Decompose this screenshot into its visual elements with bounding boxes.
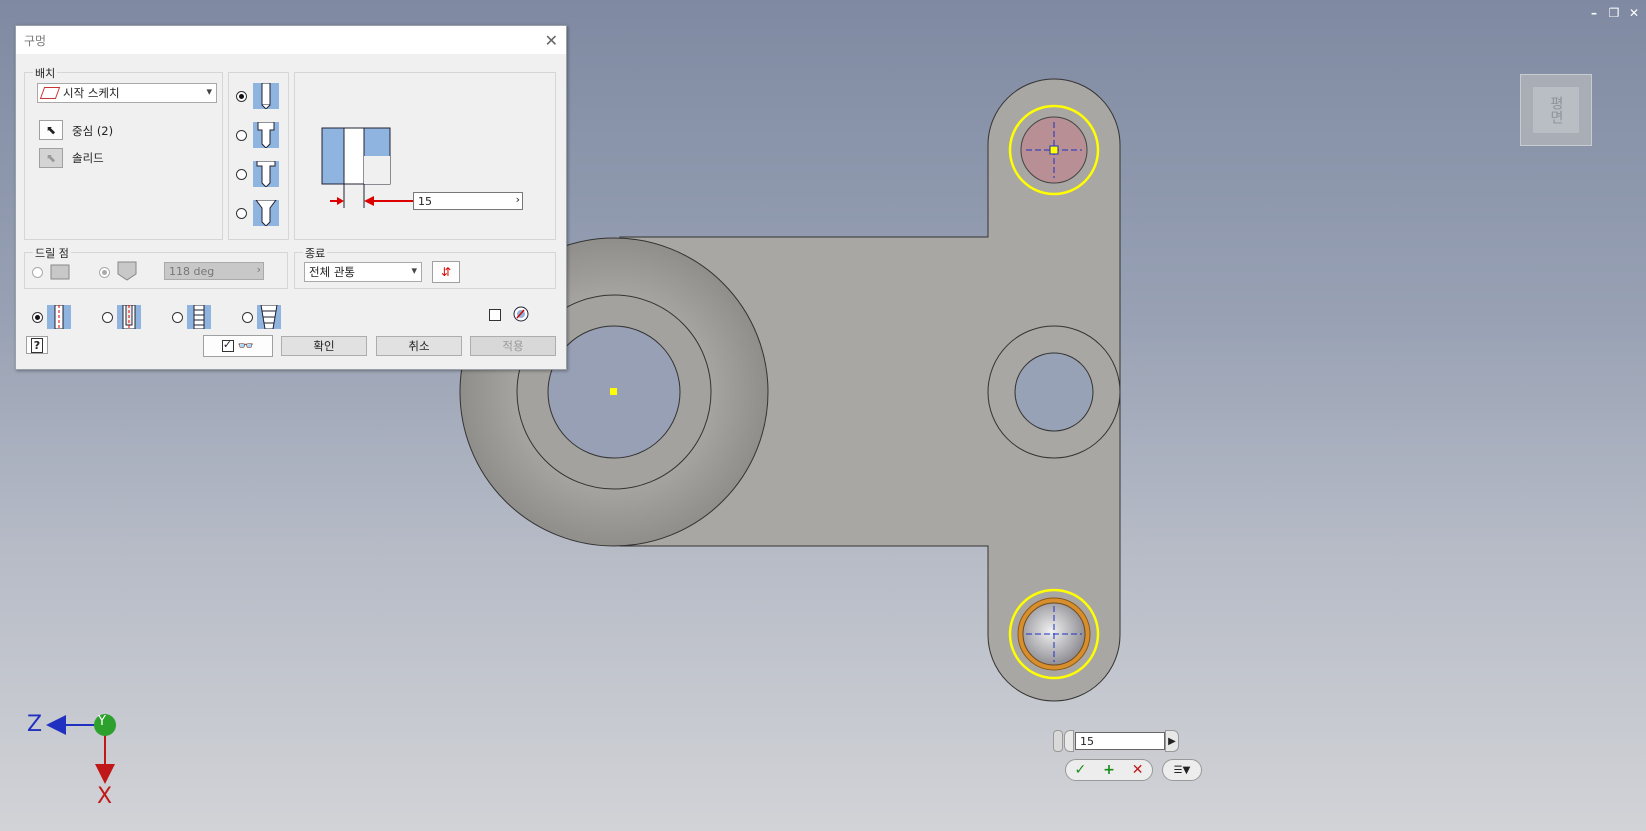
sketch-point [610,388,617,395]
drill-point-label: 드릴 점 [33,245,71,261]
y-axis-label: Y [98,714,106,729]
apply-button[interactable]: 적용 [470,336,556,356]
mini-cancel-icon[interactable]: ✕ [1132,762,1144,778]
cancel-button[interactable]: 취소 [376,336,462,356]
mini-add-icon[interactable]: + [1103,762,1115,778]
centers-label: 중심 (2) [72,124,114,138]
hole-type-simple-radio[interactable] [236,91,247,102]
hole-taper-tapped-type-radio[interactable] [242,312,253,323]
restore-icon[interactable]: ❐ [1608,6,1620,20]
close-icon[interactable]: ✕ [545,31,558,50]
chevron-down-icon: ▾ [206,85,212,98]
diameter-input[interactable]: 15 › [413,192,523,210]
chevron-right-icon: › [256,263,261,276]
hole-simple-type-radio[interactable] [32,312,43,323]
taper-tapped-hole-icon [257,305,281,329]
termination-selected: 전체 관통 [309,265,355,279]
dimension-arrow-icon [364,196,414,206]
solid-select-button[interactable]: ⬉ [39,148,63,168]
termination-select[interactable]: 전체 관통 ▾ [304,262,422,282]
hole-dialog: 구멍 ✕ 배치 시작 스케치 ▾ ⬉ 중심 (2) ⬉ 솔리드 15 › 드릴 … [15,25,567,370]
top-hole-center-point [1049,145,1059,155]
preview-toggle[interactable]: 👓 [203,335,273,357]
centers-select-button[interactable]: ⬉ [39,120,63,140]
ok-button[interactable]: 확인 [281,336,367,356]
close-window-icon[interactable]: ✕ [1628,6,1640,20]
hole-type-counterbore-radio[interactable] [236,130,247,141]
preview-checkbox[interactable] [221,338,234,352]
hole-type-countersink-radio[interactable] [236,208,247,219]
drill-angle-value: 118 deg [169,264,215,278]
simple-drill-icon [47,305,71,329]
help-button[interactable]: ? [26,336,48,354]
hole-tapped-type-radio[interactable] [172,312,183,323]
angle-drill-point-icon [117,261,137,281]
mini-toolbar-left-cap [1064,730,1074,752]
cursor-icon: ⬉ [45,123,57,137]
placement-selected: 시작 스케치 [63,86,120,100]
tapped-hole-icon [187,305,211,329]
chevron-right-icon[interactable]: › [516,193,520,206]
spotface-hole-icon [253,161,279,187]
middle-hole [1014,352,1094,432]
minimize-icon[interactable]: – [1588,6,1600,20]
drill-point-angle-radio[interactable] [99,267,110,278]
flip-direction-button[interactable]: ⇵ [432,261,460,283]
simple-hole-icon [253,83,279,109]
window-controls: – ❐ ✕ [1588,6,1640,20]
help-icon: ? [30,337,44,353]
drill-angle-input[interactable]: 118 deg › [164,262,264,280]
hole-clearance-type-radio[interactable] [102,312,113,323]
mini-ok-icon[interactable]: ✓ [1074,762,1086,778]
drill-point-flat-radio[interactable] [32,267,43,278]
clearance-hole-icon [117,305,141,329]
countersink-hole-icon [253,200,279,226]
chevron-down-icon: ▾ [411,264,417,277]
hole-type-spotface-radio[interactable] [236,169,247,180]
dialog-title: 구멍 [24,33,47,48]
x-axis-label: X [97,784,113,809]
cursor-icon: ⬉ [45,151,57,165]
placement-label: 배치 [33,65,58,81]
flip-direction-icon: ⇵ [440,265,452,279]
flat-drill-point-icon [50,264,70,280]
mini-toolbar-actions: ✓ + ✕ [1065,759,1153,781]
dialog-titlebar[interactable]: 구멍 ✕ [16,26,566,54]
glasses-icon: 👓 [237,338,255,354]
viewcube-face[interactable]: 평면 [1533,87,1579,133]
termination-label: 종료 [303,245,328,261]
mini-options-menu-icon[interactable]: ☰▼ [1162,759,1202,781]
mini-diameter-input[interactable]: 15 [1075,732,1165,750]
mini-toolbar-grip[interactable] [1053,730,1063,752]
z-axis-label: Z [27,712,43,737]
placement-select[interactable]: 시작 스케치 ▾ [37,83,217,103]
imate-icon[interactable] [513,306,529,322]
counterbore-hole-icon [253,122,279,148]
mini-arrow-icon[interactable]: ▶ [1165,730,1179,752]
diameter-value: 15 [418,194,432,208]
solid-label: 솔리드 [72,151,104,165]
imate-checkbox[interactable] [489,309,501,321]
viewcube[interactable]: 평면 [1520,74,1592,146]
sketch-icon [39,87,61,99]
